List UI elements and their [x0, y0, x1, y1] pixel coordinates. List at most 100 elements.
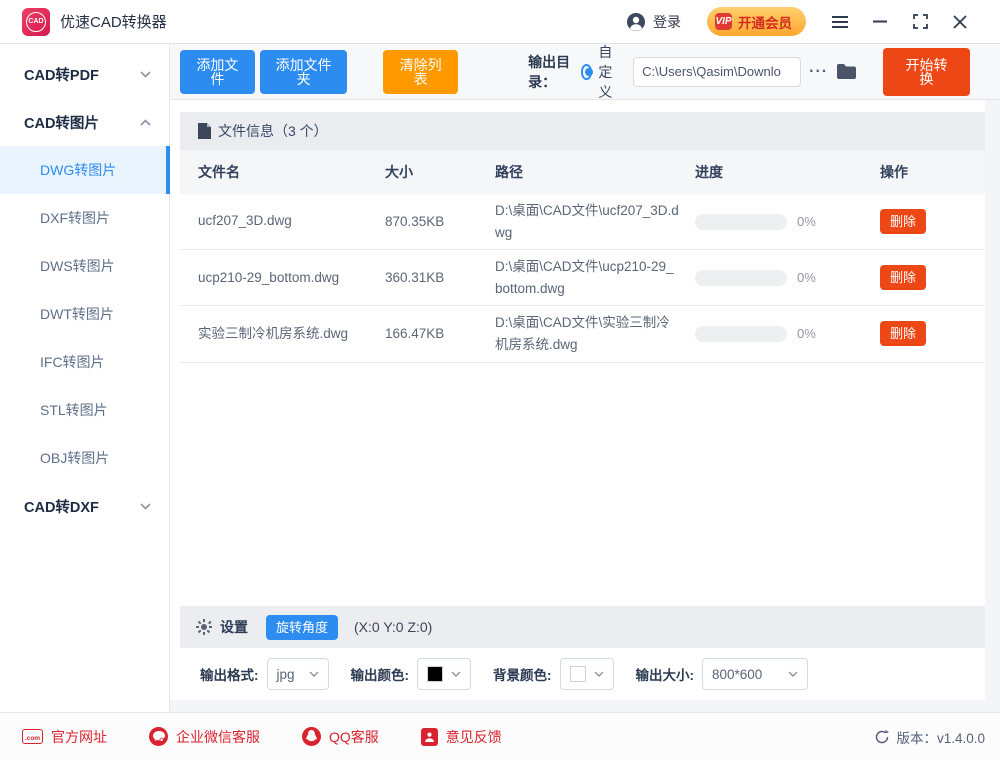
output-directory-group: 输出目录： 自定义 ··· — [528, 42, 857, 102]
menu-icon[interactable] — [820, 7, 860, 37]
table-header: 文件名 大小 路径 进度 操作 — [180, 150, 985, 194]
link-label: 意见反馈 — [446, 727, 502, 747]
user-icon — [626, 12, 646, 32]
progress-cell: 0% — [695, 270, 880, 286]
output-format-select[interactable]: jpg — [267, 658, 329, 690]
add-file-button[interactable]: 添加文件 — [180, 50, 255, 94]
file-name: 实验三制冷机房系统.dwg — [198, 324, 385, 344]
file-info-title: 文件信息（3 个） — [218, 121, 328, 141]
link-label: 企业微信客服 — [176, 727, 260, 747]
wechat-service-icon — [149, 727, 168, 746]
feedback-icon — [421, 728, 438, 746]
col-size: 大小 — [385, 162, 495, 182]
app-window: CAD 优速CAD转换器 登录 VIP 开通会员 — [0, 0, 1000, 760]
col-progress: 进度 — [695, 162, 880, 182]
file-path: D:\桌面\CAD文件\ucp210-29_bottom.dwg — [495, 256, 695, 299]
official-website-link[interactable]: .com 官方网址 — [22, 727, 107, 747]
output-format-value: jpg — [277, 667, 295, 682]
maximize-icon[interactable] — [900, 7, 940, 37]
qq-service-icon — [302, 727, 321, 746]
add-folder-button[interactable]: 添加文件夹 — [260, 50, 347, 94]
close-icon[interactable] — [940, 7, 980, 37]
output-path-input[interactable] — [633, 57, 801, 87]
sidebar-item-stl-to-image[interactable]: STL转图片 — [0, 386, 169, 434]
chevron-down-icon — [140, 71, 151, 78]
vip-label: 开通会员 — [738, 12, 792, 32]
sidebar-group-cad-to-dxf[interactable]: CAD转DXF — [0, 482, 169, 530]
chevron-down-icon — [451, 671, 461, 677]
progress-label: 0% — [797, 326, 816, 341]
sidebar-group-cad-to-pdf[interactable]: CAD转PDF — [0, 50, 169, 98]
settings-bar: 设置 旋转角度 (X:0 Y:0 Z:0) — [180, 606, 985, 648]
vip-icon: VIP — [715, 13, 732, 30]
col-path: 路径 — [495, 162, 695, 182]
brand: CAD 优速CAD转换器 — [22, 8, 167, 36]
titlebar-right: 登录 VIP 开通会员 — [626, 7, 980, 37]
sidebar-item-dxf-to-image[interactable]: DXF转图片 — [0, 194, 169, 242]
sidebar: CAD转PDF CAD转图片 DWG转图片 DXF转图片 DWS转图片 DWT转… — [0, 44, 170, 712]
website-com-icon: .com — [22, 729, 43, 744]
output-color-select[interactable] — [417, 658, 471, 690]
output-color-label: 输出颜色: — [351, 664, 410, 684]
link-label: 官方网址 — [51, 727, 107, 747]
start-convert-button[interactable]: 开始转换 — [883, 48, 970, 96]
delete-button[interactable]: 删除 — [880, 321, 926, 346]
custom-path-radio[interactable] — [581, 64, 592, 80]
sidebar-item-ifc-to-image[interactable]: IFC转图片 — [0, 338, 169, 386]
refresh-icon[interactable] — [875, 730, 889, 744]
delete-button[interactable]: 删除 — [880, 265, 926, 290]
custom-path-label: 自定义 — [598, 42, 624, 102]
settings-title: 设置 — [220, 617, 248, 637]
progress-cell: 0% — [695, 214, 880, 230]
content-column: 文件信息（3 个） 文件名 大小 路径 进度 操作 ucf207_3D.dwg … — [170, 100, 985, 700]
browse-dots-button[interactable]: ··· — [809, 63, 828, 81]
open-folder-icon[interactable] — [836, 63, 857, 80]
file-path: D:\桌面\CAD文件\ucf207_3D.dwg — [495, 200, 695, 243]
vip-button[interactable]: VIP 开通会员 — [707, 7, 806, 36]
table-row: 实验三制冷机房系统.dwg 166.47KB D:\桌面\CAD文件\实验三制冷… — [180, 306, 985, 362]
titlebar: CAD 优速CAD转换器 登录 VIP 开通会员 — [0, 0, 1000, 44]
sidebar-item-obj-to-image[interactable]: OBJ转图片 — [0, 434, 169, 482]
chevron-down-icon — [309, 671, 319, 677]
app-logo-icon: CAD — [22, 8, 50, 36]
group-label: CAD转图片 — [24, 112, 99, 133]
main-lower: 文件信息（3 个） 文件名 大小 路径 进度 操作 ucf207_3D.dwg … — [170, 100, 1000, 700]
sidebar-item-dws-to-image[interactable]: DWS转图片 — [0, 242, 169, 290]
sidebar-item-dwg-to-image[interactable]: DWG转图片 — [0, 146, 169, 194]
file-size: 166.47KB — [385, 326, 495, 341]
rotate-angle-button[interactable]: 旋转角度 — [266, 615, 338, 640]
chevron-down-icon — [788, 671, 798, 677]
bg-color-label: 背景颜色: — [493, 664, 552, 684]
sidebar-item-dwt-to-image[interactable]: DWT转图片 — [0, 290, 169, 338]
login-button[interactable]: 登录 — [626, 12, 681, 32]
file-path: D:\桌面\CAD文件\实验三制冷机房系统.dwg — [495, 312, 695, 355]
rotation-xyz-value: (X:0 Y:0 Z:0) — [354, 619, 432, 635]
bg-color-swatch — [570, 666, 586, 682]
wechat-service-link[interactable]: 企业微信客服 — [149, 727, 260, 747]
output-directory-label: 输出目录： — [528, 52, 571, 92]
chevron-down-icon — [140, 503, 151, 510]
progress-label: 0% — [797, 214, 816, 229]
chevron-up-icon — [140, 119, 151, 126]
sidebar-group-cad-to-image[interactable]: CAD转图片 — [0, 98, 169, 146]
col-action: 操作 — [880, 162, 985, 182]
progress-label: 0% — [797, 270, 816, 285]
qq-service-link[interactable]: QQ客服 — [302, 727, 379, 747]
output-size-label: 输出大小: — [636, 664, 695, 684]
clear-list-button[interactable]: 清除列表 — [383, 50, 458, 94]
progress-bar — [695, 326, 787, 342]
chevron-down-icon — [594, 671, 604, 677]
delete-button[interactable]: 删除 — [880, 209, 926, 234]
login-label: 登录 — [653, 12, 681, 32]
bg-color-select[interactable] — [560, 658, 614, 690]
empty-area — [180, 363, 985, 606]
output-size-select[interactable]: 800*600 — [702, 658, 808, 690]
gear-icon — [196, 619, 212, 635]
file-info-bar: 文件信息（3 个） — [180, 112, 985, 150]
minimize-icon[interactable] — [860, 7, 900, 37]
group-label: CAD转PDF — [24, 64, 99, 85]
group-label: CAD转DXF — [24, 496, 99, 517]
file-size: 360.31KB — [385, 270, 495, 285]
feedback-link[interactable]: 意见反馈 — [421, 727, 502, 747]
progress-bar — [695, 270, 787, 286]
